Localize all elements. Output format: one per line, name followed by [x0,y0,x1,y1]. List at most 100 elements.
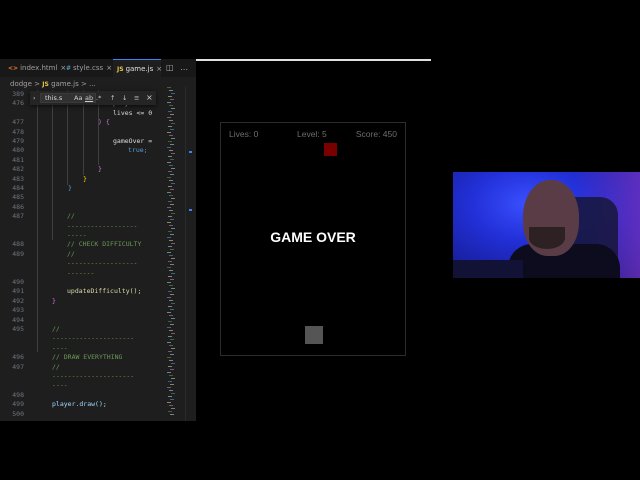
person-beard [529,227,565,249]
minimap-line [170,129,174,130]
lives-label: Lives: 0 [229,129,259,139]
breadcrumb: dodge > JS game.js > ... [10,78,96,90]
close-icon[interactable]: × [156,65,162,73]
next-match-icon[interactable]: ↓ [122,91,127,105]
line-number: 482 [12,165,24,174]
line-number: 487 [12,212,24,221]
js-file-icon: JS [117,66,124,73]
code-line: // [52,325,60,333]
minimap[interactable] [167,87,183,421]
code-line: // [52,362,60,371]
close-icon[interactable]: × [106,64,112,72]
minimap-line [168,156,172,157]
minimap-line [171,273,175,274]
enemy-block [324,143,337,156]
minimap-line [169,225,173,226]
code-line: player.draw(); [52,400,107,409]
code-line: // [67,249,75,258]
breadcrumb-separator: > [80,80,87,88]
code-line: } [52,296,56,305]
tab-index-html[interactable]: <> index.html × [4,59,66,77]
minimap-line [168,111,172,112]
code-line: ------------------ [67,259,138,268]
minimap-line [171,213,175,214]
line-number: 485 [12,193,24,202]
previous-match-icon[interactable]: ↑ [110,91,115,105]
line-number: 496 [12,353,24,362]
minimap-line [168,141,172,142]
minimap-line [170,174,174,175]
minimap-line [167,117,171,118]
minimap-line [169,195,173,196]
code-line: ---- [52,381,68,390]
code-line: ) { [98,118,110,127]
line-number: 476 [12,99,24,108]
editor-scrollbar[interactable] [185,87,196,421]
minimap-line [168,246,172,247]
minimap-line [167,327,171,328]
minimap-line [169,300,173,301]
breadcrumb-folder[interactable]: dodge [10,80,32,88]
line-number: 493 [12,306,24,315]
minimap-line [171,333,175,334]
code-line: } [68,184,72,192]
find-widget: › this.s Aa ab .* ↑ ↓ ≡ × [30,91,156,105]
scrollbar-marker [189,151,192,153]
minimap-line [168,351,172,352]
regex-icon[interactable]: .* [96,91,101,105]
minimap-line [171,258,175,259]
desk-shadow [453,260,523,278]
minimap-line [167,102,171,103]
minimap-line [167,177,171,178]
minimap-line [167,297,171,298]
editor-tab-bar: <> index.html × # style.css × JS game.js × ◫ … [0,59,196,77]
minimap-line [167,402,171,403]
minimap-line [168,306,172,307]
minimap-line [170,264,174,265]
minimap-line [170,114,174,115]
minimap-line [167,267,171,268]
split-editor-icon[interactable]: ◫ [166,63,174,72]
whole-word-icon[interactable]: ab [85,91,93,105]
tab-label: style.css [73,64,104,72]
minimap-line [168,366,172,367]
breadcrumb-ellipsis[interactable]: ... [89,80,96,88]
browser-top-bar [196,59,431,61]
minimap-line [171,198,175,199]
minimap-line [169,90,173,91]
minimap-line [167,372,171,373]
minimap-line [171,123,175,124]
minimap-line [168,291,172,292]
match-case-icon[interactable]: Aa [74,91,82,105]
toggle-replace-icon[interactable]: › [33,91,36,105]
more-actions-icon[interactable]: … [180,63,188,72]
minimap-line [168,201,172,202]
tab-game-js[interactable]: JS game.js × [113,59,162,77]
minimap-line [168,171,172,172]
find-in-selection-icon[interactable]: ≡ [134,91,139,105]
code-line: } [98,165,102,174]
line-number: 483 [12,174,24,183]
close-icon[interactable]: × [146,91,153,105]
minimap-line [170,234,174,235]
minimap-line [171,228,175,229]
breadcrumb-file[interactable]: game.js [51,80,79,88]
minimap-line [169,330,173,331]
code-editor[interactable]: <> index.html × # style.css × JS game.js × ◫ …… [0,59,196,421]
line-number: 484 [12,184,24,192]
minimap-line [169,255,173,256]
minimap-line [171,153,175,154]
minimap-line [167,252,171,253]
minimap-line [170,354,174,355]
line-number: 495 [12,325,24,333]
minimap-line [171,393,175,394]
player-block [305,326,323,344]
line-number: 480 [12,146,24,155]
minimap-line [167,207,171,208]
code-line: updateDifficulty(); [67,287,142,296]
code-line: lives <= 0 [113,108,153,117]
game-canvas[interactable]: Lives: 0 Level: 5 Score: 450 GAME OVER [220,122,406,356]
minimap-line [167,387,171,388]
minimap-line [167,282,171,283]
tab-style-css[interactable]: # style.css × [62,59,112,77]
